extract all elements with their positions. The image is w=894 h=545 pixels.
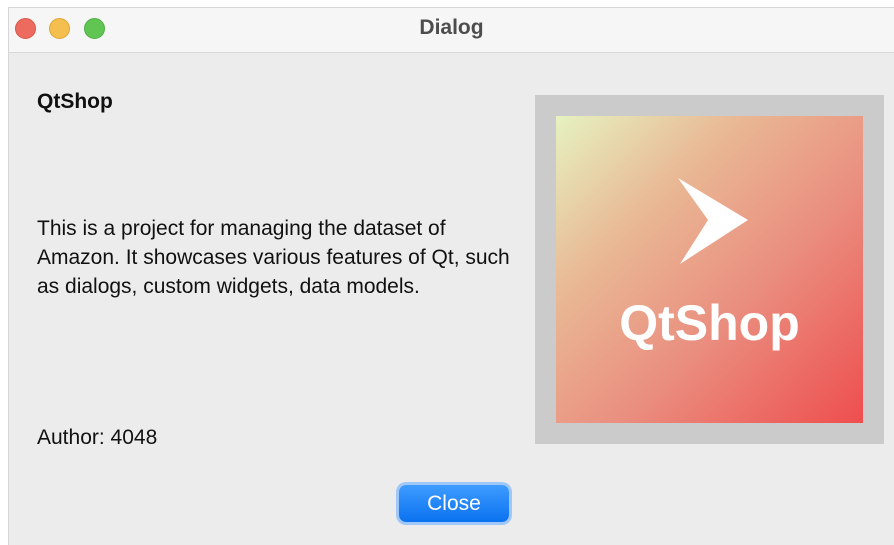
- logo-frame: QtShop: [535, 95, 884, 444]
- title-bar: Dialog: [9, 8, 894, 53]
- app-heading: QtShop: [37, 90, 113, 113]
- author-label: Author: 4048: [37, 426, 158, 449]
- play-arrow-icon: [678, 178, 748, 264]
- window-title: Dialog: [419, 16, 484, 39]
- dialog-window: Dialog QtShop This is a project for mana…: [9, 8, 894, 545]
- close-button[interactable]: Close: [399, 485, 509, 522]
- logo-text: QtShop: [619, 295, 800, 351]
- background-strip: [0, 0, 894, 8]
- app-logo: QtShop: [556, 116, 863, 423]
- app-description: This is a project for managing the datas…: [37, 217, 510, 298]
